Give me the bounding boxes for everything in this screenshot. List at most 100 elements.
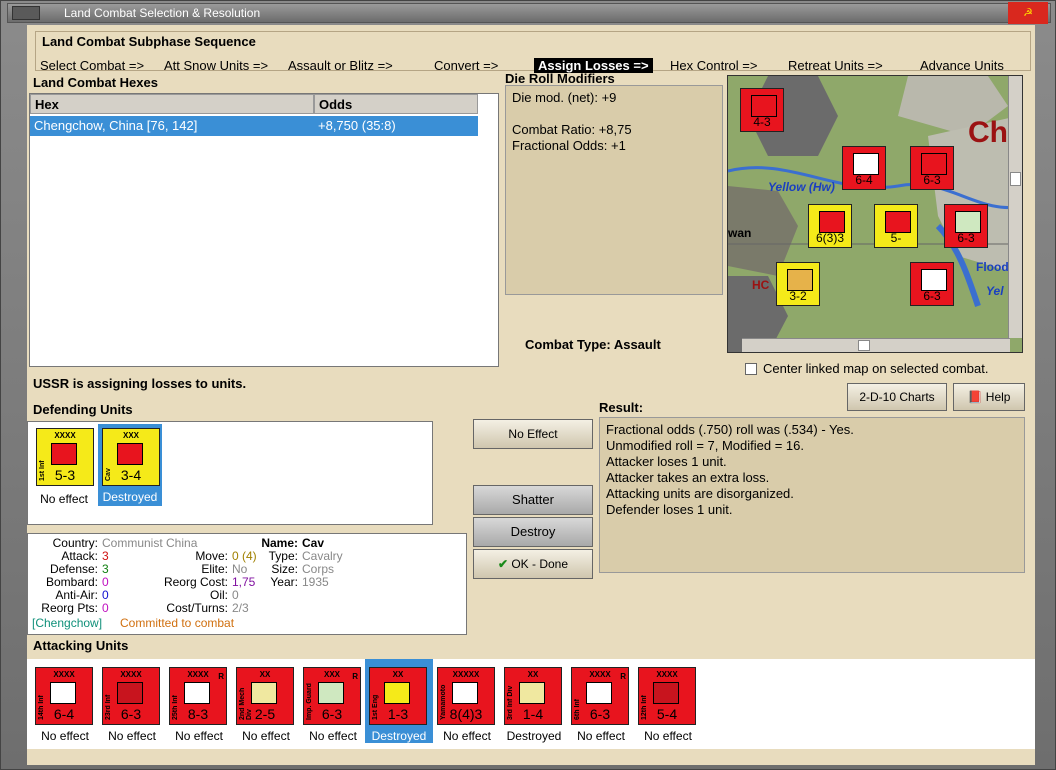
map-unit[interactable]: 3-2 [776, 262, 820, 306]
sequence-title: Land Combat Subphase Sequence [42, 34, 256, 49]
combat-ratio: Combat Ratio: +8,75 [512, 122, 632, 137]
map-vscroll[interactable] [1008, 76, 1022, 338]
result-line: Attacker takes an extra loss. [606, 470, 770, 485]
attacking-unit-label: Destroyed [506, 729, 562, 743]
attacking-unit-label: No effect [644, 729, 692, 743]
attacking-unit[interactable]: XXXXX Yamamoto 8(4)3 No effect [433, 659, 501, 743]
no-effect-button[interactable]: No Effect [473, 419, 593, 449]
attacking-unit-label: No effect [41, 729, 89, 743]
seq-att-snow: Att Snow Units => [164, 58, 269, 73]
die-title: Die Roll Modifiers [505, 71, 615, 86]
info-cost: 2/3 [232, 601, 249, 615]
info-key: Country: [52, 536, 98, 550]
map-unit[interactable]: 4-3 [740, 88, 784, 132]
attacking-units: XXXX 14th Inf 6-4 No effect XXXX 23rd Inf 6-3… [27, 659, 1035, 749]
col-hex-header[interactable]: Hex [30, 94, 314, 114]
check-icon: ✔ [497, 557, 508, 571]
result-box: Fractional odds (.750) roll was (.534) -… [599, 417, 1025, 573]
attacking-unit[interactable]: XXXX 14th Inf 6-4 No effect [31, 659, 99, 743]
ok-label: OK - Done [511, 557, 569, 571]
attacking-unit[interactable]: XXXX R 6th Inf 6-3 No effect [567, 659, 635, 743]
info-key: Name: [261, 536, 298, 550]
map-unit[interactable]: 6-3 [910, 262, 954, 306]
map-hscroll[interactable] [742, 338, 1010, 352]
hex-row-name[interactable]: Chengchow, China [76, 142] [30, 116, 314, 136]
close-button[interactable]: ☭ [1008, 2, 1048, 24]
hex-row-odds[interactable]: +8,750 (35:8) [314, 116, 478, 136]
attacking-unit-label: No effect [577, 729, 625, 743]
info-reorgpts: 0 [102, 601, 109, 615]
attacking-unit-selected[interactable]: XX 1st Eng 1-3 Destroyed [365, 659, 433, 743]
info-key: Attack: [61, 549, 98, 563]
info-key: Reorg Pts: [41, 601, 98, 615]
map-unit[interactable]: 6(3)3 [808, 204, 852, 248]
attacking-title: Attacking Units [33, 638, 129, 653]
result-line: Defender loses 1 unit. [606, 502, 733, 517]
seq-assault-blitz: Assault or Blitz => [288, 58, 393, 73]
destroy-button[interactable]: Destroy [473, 517, 593, 547]
center-map-checkbox[interactable] [745, 363, 757, 375]
defending-unit-label: No effect [40, 492, 88, 506]
info-key: Bombard: [45, 575, 98, 589]
info-year: 1935 [302, 575, 329, 589]
result-line: Unmodified roll = 7, Modified = 16. [606, 438, 804, 453]
info-key: Defense: [49, 562, 98, 576]
attacking-unit-label: No effect [443, 729, 491, 743]
die-mod: Die mod. (net): +9 [512, 90, 617, 105]
linked-map[interactable]: Yellow (Hw) wan Flood Yel Ch HC 4-3 6-4 … [727, 75, 1023, 353]
info-location: [Chengchow] [32, 616, 103, 630]
shatter-button[interactable]: Shatter [473, 485, 593, 515]
map-hscroll-thumb[interactable] [858, 340, 870, 351]
col-odds-header[interactable]: Odds [314, 94, 478, 114]
result-line: Fractional odds (.750) roll was (.534) -… [606, 422, 854, 437]
die-roll-box: Die mod. (net): +9 Combat Ratio: +8,75 F… [505, 85, 723, 295]
info-key: Elite: [201, 562, 228, 576]
defending-unit[interactable]: XXXX 1st Inf 5-3 No effect [32, 426, 96, 506]
attacking-unit[interactable]: XXXX R 25th Inf 8-3 No effect [165, 659, 233, 743]
title-bar[interactable]: Land Combat Selection & Resolution ☭ [7, 2, 1051, 24]
map-vscroll-thumb[interactable] [1010, 172, 1021, 186]
attacking-unit-label: No effect [242, 729, 290, 743]
subphase-sequence: Land Combat Subphase Sequence Select Com… [35, 31, 1031, 73]
ok-done-button[interactable]: ✔ OK - Done [473, 549, 593, 579]
charts-button[interactable]: 2-D-10 Charts [847, 383, 947, 411]
info-name: Cav [302, 536, 325, 550]
map-label-flood: Flood [976, 260, 1009, 274]
info-key: Reorg Cost: [163, 575, 228, 589]
defending-title: Defending Units [33, 402, 133, 417]
info-size: Corps [302, 562, 335, 576]
window-icon[interactable] [12, 6, 40, 20]
attacking-unit[interactable]: XXXX 23rd Inf 6-3 No effect [98, 659, 166, 743]
attacking-unit[interactable]: XX 2nd Mech Div 2-5 No effect [232, 659, 300, 743]
defending-unit-selected[interactable]: XXX Cav 3-4 Destroyed [98, 424, 162, 506]
info-note: Committed to combat [120, 616, 235, 630]
result-title: Result: [599, 400, 644, 415]
info-key: Move: [195, 549, 228, 563]
center-map-label: Center linked map on selected combat. [763, 361, 989, 376]
info-key: Cost/Turns: [166, 601, 228, 615]
info-key: Oil: [210, 588, 228, 602]
map-label-hc: HC [752, 278, 770, 292]
attacking-unit-label: No effect [175, 729, 223, 743]
map-unit[interactable]: 6-4 [842, 146, 886, 190]
status-text: USSR is assigning losses to units. [33, 376, 247, 391]
info-key: Year: [270, 575, 298, 589]
attacking-unit[interactable]: XX 3rd Inf Div 1-4 Destroyed [500, 659, 568, 743]
info-key: Type: [268, 549, 298, 563]
attacking-unit[interactable]: XXX R Imp. Guard 6-3 No effect [299, 659, 367, 743]
info-bombard: 0 [102, 575, 109, 589]
map-unit-target[interactable]: 5- [874, 204, 918, 248]
hexes-title: Land Combat Hexes [33, 75, 158, 90]
window-frame: Land Combat Selection & Resolution ☭ Lan… [0, 0, 1056, 770]
help-button[interactable]: 📕 Help [953, 383, 1025, 411]
hexes-table[interactable]: Hex Odds Chengchow, China [76, 142] +8,7… [29, 93, 499, 367]
map-label-yel: Yel [986, 284, 1004, 298]
help-book-icon: 📕 [967, 390, 983, 404]
result-line: Attacker loses 1 unit. [606, 454, 727, 469]
map-unit[interactable]: 6-3 [944, 204, 988, 248]
map-unit[interactable]: 6-3 [910, 146, 954, 190]
seq-convert: Convert => [434, 58, 499, 73]
attacking-unit[interactable]: XXXX 12th Inf 5-4 No effect [634, 659, 702, 743]
map-label-yellow: Yellow (Hw) [768, 180, 835, 194]
info-oil: 0 [232, 588, 239, 602]
